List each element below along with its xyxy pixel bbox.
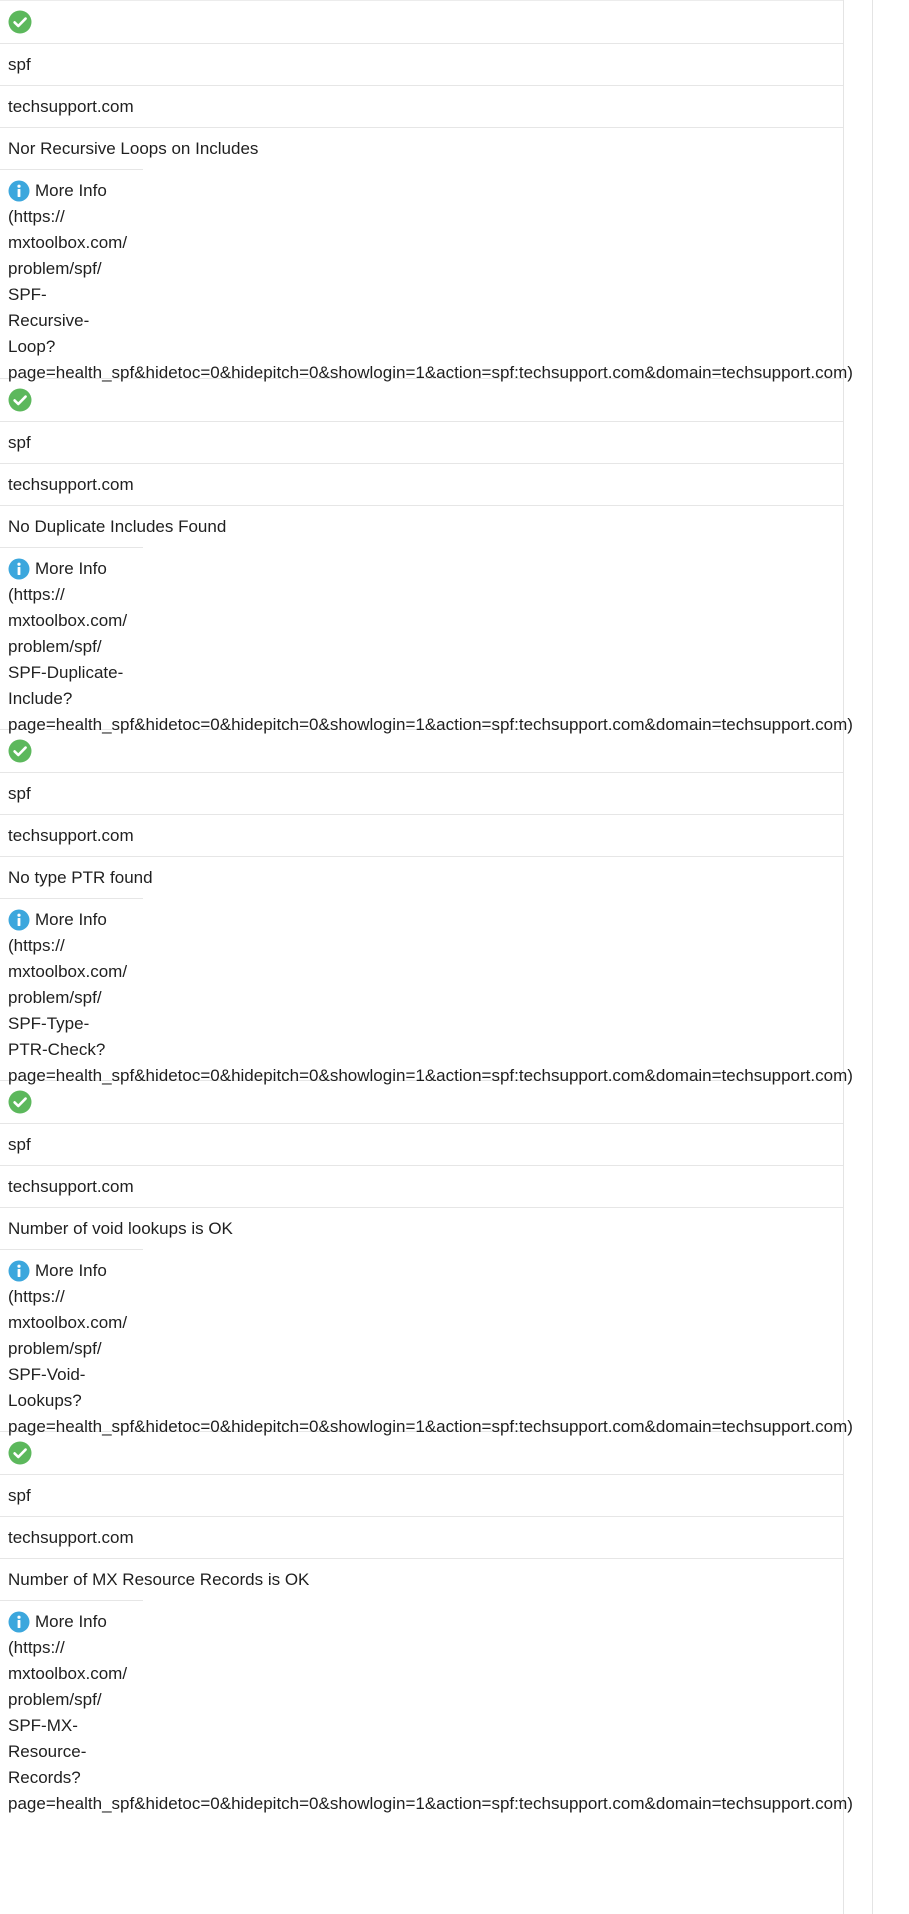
more-info-cell: More Info (https:// mxtoolbox.com/ probl… xyxy=(0,1600,909,1813)
more-info-url-line[interactable]: page=health_spf&hidetoc=0&hidepitch=0&sh… xyxy=(8,712,909,738)
type-cell: spf xyxy=(0,43,843,85)
more-info-url-line[interactable]: (https:// xyxy=(8,1284,909,1310)
more-info-url-line[interactable]: SPF- xyxy=(8,282,909,308)
result-record: spf techsupport.com Number of void looku… xyxy=(0,1080,909,1436)
cell-divider xyxy=(0,1249,143,1250)
more-info-label: More Info xyxy=(35,1261,107,1280)
record-type: spf xyxy=(8,1485,31,1505)
more-info-url-line[interactable]: problem/spf/ xyxy=(8,985,909,1011)
more-info-url-line[interactable]: page=health_spf&hidetoc=0&hidepitch=0&sh… xyxy=(8,1414,909,1440)
record-type: spf xyxy=(8,1134,31,1154)
record-description: Number of void lookups is OK xyxy=(8,1218,233,1238)
cell-divider xyxy=(0,1600,143,1601)
more-info-cell: More Info (https:// mxtoolbox.com/ probl… xyxy=(0,898,909,1085)
more-info-url-line[interactable]: mxtoolbox.com/ xyxy=(8,1310,909,1336)
type-cell: spf xyxy=(0,1474,843,1516)
more-info-url-line[interactable]: page=health_spf&hidetoc=0&hidepitch=0&sh… xyxy=(8,360,909,386)
type-cell: spf xyxy=(0,421,843,463)
type-cell: spf xyxy=(0,1123,843,1165)
record-description: Nor Recursive Loops on Includes xyxy=(8,138,259,158)
more-info-url-line[interactable]: problem/spf/ xyxy=(8,256,909,282)
more-info-link[interactable]: More Info xyxy=(8,178,909,204)
more-info-cell: More Info (https:// mxtoolbox.com/ probl… xyxy=(0,547,909,734)
more-info-link[interactable]: More Info xyxy=(8,907,909,933)
description-cell: Nor Recursive Loops on Includes xyxy=(0,127,843,169)
more-info-cell: More Info (https:// mxtoolbox.com/ probl… xyxy=(0,1249,909,1436)
record-description: No Duplicate Includes Found xyxy=(8,516,227,536)
domain-cell: techsupport.com xyxy=(0,814,843,856)
record-description: No type PTR found xyxy=(8,867,153,887)
cell-divider xyxy=(0,547,143,548)
status-cell xyxy=(0,0,843,43)
record-type: spf xyxy=(8,783,31,803)
record-domain: techsupport.com xyxy=(8,96,134,116)
result-record: spf techsupport.com Nor Recursive Loops … xyxy=(0,0,909,382)
result-record: spf techsupport.com Number of MX Resourc… xyxy=(0,1431,909,1813)
more-info-url-line[interactable]: PTR-Check? xyxy=(8,1037,909,1063)
record-type: spf xyxy=(8,54,31,74)
record-domain: techsupport.com xyxy=(8,1176,134,1196)
more-info-url-line[interactable]: Loop? xyxy=(8,334,909,360)
domain-cell: techsupport.com xyxy=(0,85,843,127)
check-circle-icon xyxy=(8,1090,32,1114)
more-info-url-line[interactable]: Records? xyxy=(8,1765,909,1791)
info-icon xyxy=(8,1611,30,1633)
description-cell: No Duplicate Includes Found xyxy=(0,505,843,547)
more-info-url-line[interactable]: problem/spf/ xyxy=(8,1336,909,1362)
more-info-url-line[interactable]: mxtoolbox.com/ xyxy=(8,608,909,634)
more-info-link[interactable]: More Info xyxy=(8,1258,909,1284)
spf-results-table: spf techsupport.com Nor Recursive Loops … xyxy=(0,0,909,1813)
domain-cell: techsupport.com xyxy=(0,1516,843,1558)
check-circle-icon xyxy=(8,388,32,412)
check-circle-icon xyxy=(8,1441,32,1465)
domain-cell: techsupport.com xyxy=(0,463,843,505)
more-info-link[interactable]: More Info xyxy=(8,556,909,582)
record-type: spf xyxy=(8,432,31,452)
more-info-label: More Info xyxy=(35,1612,107,1631)
more-info-url-line[interactable]: Recursive- xyxy=(8,308,909,334)
more-info-label: More Info xyxy=(35,559,107,578)
more-info-url-line[interactable]: (https:// xyxy=(8,204,909,230)
cell-divider xyxy=(0,169,143,170)
more-info-url-line[interactable]: SPF-MX- xyxy=(8,1713,909,1739)
record-description: Number of MX Resource Records is OK xyxy=(8,1569,310,1589)
more-info-url-line[interactable]: SPF-Duplicate- xyxy=(8,660,909,686)
more-info-url-line[interactable]: mxtoolbox.com/ xyxy=(8,1661,909,1687)
info-icon xyxy=(8,1260,30,1282)
more-info-url-line[interactable]: Include? xyxy=(8,686,909,712)
record-domain: techsupport.com xyxy=(8,474,134,494)
more-info-url-line[interactable]: mxtoolbox.com/ xyxy=(8,959,909,985)
more-info-label: More Info xyxy=(35,910,107,929)
more-info-url-line[interactable]: Resource- xyxy=(8,1739,909,1765)
more-info-url-line[interactable]: problem/spf/ xyxy=(8,634,909,660)
more-info-url-line[interactable]: (https:// xyxy=(8,933,909,959)
more-info-url-line[interactable]: problem/spf/ xyxy=(8,1687,909,1713)
check-circle-icon xyxy=(8,10,32,34)
type-cell: spf xyxy=(0,772,843,814)
record-domain: techsupport.com xyxy=(8,1527,134,1547)
info-icon xyxy=(8,909,30,931)
description-cell: Number of MX Resource Records is OK xyxy=(0,1558,843,1600)
more-info-url-line[interactable]: SPF-Void- xyxy=(8,1362,909,1388)
domain-cell: techsupport.com xyxy=(0,1165,843,1207)
more-info-url-line[interactable]: page=health_spf&hidetoc=0&hidepitch=0&sh… xyxy=(8,1791,909,1817)
result-record: spf techsupport.com No type PTR found Mo… xyxy=(0,729,909,1085)
info-icon xyxy=(8,558,30,580)
check-circle-icon xyxy=(8,739,32,763)
record-domain: techsupport.com xyxy=(8,825,134,845)
more-info-url-line[interactable]: (https:// xyxy=(8,1635,909,1661)
more-info-cell: More Info (https:// mxtoolbox.com/ probl… xyxy=(0,169,909,382)
description-cell: Number of void lookups is OK xyxy=(0,1207,843,1249)
more-info-url-line[interactable]: SPF-Type- xyxy=(8,1011,909,1037)
more-info-url-line[interactable]: mxtoolbox.com/ xyxy=(8,230,909,256)
cell-divider xyxy=(0,898,143,899)
more-info-url-line[interactable]: (https:// xyxy=(8,582,909,608)
more-info-link[interactable]: More Info xyxy=(8,1609,909,1635)
description-cell: No type PTR found xyxy=(0,856,843,898)
more-info-url-line[interactable]: Lookups? xyxy=(8,1388,909,1414)
more-info-url-line[interactable]: page=health_spf&hidetoc=0&hidepitch=0&sh… xyxy=(8,1063,909,1089)
result-record: spf techsupport.com No Duplicate Include… xyxy=(0,378,909,734)
info-icon xyxy=(8,180,30,202)
more-info-label: More Info xyxy=(35,181,107,200)
